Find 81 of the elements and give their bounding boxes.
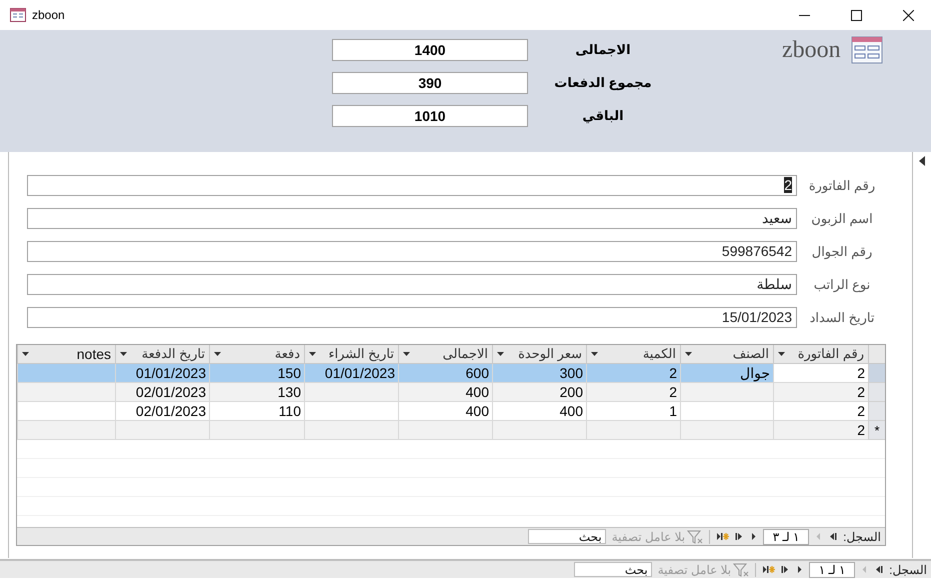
text-field[interactable]: 15/01/2023	[27, 307, 797, 328]
text-field[interactable]: سعيد	[27, 208, 797, 229]
search-field[interactable]: بحث	[528, 529, 606, 544]
minimize-icon[interactable]	[798, 14, 810, 16]
field-label: رقم الفاتورة	[808, 178, 876, 194]
table-cell: 2	[773, 364, 868, 383]
total-label: مجموع الدفعات	[553, 75, 653, 91]
dropdown-icon[interactable]	[778, 352, 785, 356]
dropdown-icon[interactable]	[685, 352, 692, 356]
window-title: zboon	[32, 8, 66, 22]
last-record-icon[interactable]	[781, 565, 790, 574]
column-header[interactable]: رقم الفاتورة	[773, 345, 868, 364]
field-label: اسم الزبون	[810, 210, 874, 226]
column-header[interactable]: notes	[17, 345, 115, 364]
dropdown-icon[interactable]	[309, 352, 316, 356]
first-record-icon[interactable]	[828, 532, 838, 541]
dropdown-icon[interactable]	[403, 352, 410, 356]
total-field: 390	[332, 72, 528, 94]
filter-icon	[687, 530, 704, 544]
table-cell: 02/01/2023	[115, 402, 209, 421]
text-field[interactable]: 2	[27, 175, 797, 196]
dropdown-icon[interactable]	[214, 352, 221, 356]
table-cell: 02/01/2023	[115, 383, 209, 402]
next-record-icon[interactable]	[796, 565, 804, 574]
new-record-marker: *	[874, 422, 880, 438]
column-header[interactable]: سعر الوحدة	[492, 345, 586, 364]
table-cell: 01/01/2023	[304, 364, 398, 383]
table-cell: 400	[398, 383, 492, 402]
column-header[interactable]: تاريخ الدفعة	[115, 345, 209, 364]
first-record-icon[interactable]	[874, 565, 884, 574]
field-label: تاريخ السداد	[808, 310, 876, 326]
table-cell: جوال	[680, 364, 773, 383]
form-icon	[850, 36, 883, 64]
maximize-icon[interactable]	[850, 10, 862, 20]
record-label: السجل:	[889, 562, 927, 576]
new-record-icon[interactable]	[762, 565, 776, 574]
table-cell: 400	[492, 402, 586, 421]
dropdown-icon[interactable]	[120, 352, 127, 356]
dropdown-icon[interactable]	[22, 352, 29, 356]
field-label: نوع الراتب	[812, 276, 872, 292]
text-field[interactable]: سلطة	[27, 274, 797, 295]
table-cell: 300	[492, 364, 586, 383]
table-cell: 400	[398, 402, 492, 421]
logo-text: zboon	[782, 36, 841, 64]
table-cell: 2	[773, 402, 868, 421]
table-cell: 2	[586, 364, 680, 383]
last-record-icon[interactable]	[735, 532, 744, 541]
table-cell: 110	[209, 402, 304, 421]
column-header[interactable]: تاريخ الشراء	[304, 345, 398, 364]
record-position-field[interactable]: ١ لـ ١	[809, 562, 856, 578]
record-position-field[interactable]: ١ لـ ٣	[763, 528, 810, 544]
record-selector-arrow-icon[interactable]	[919, 156, 925, 166]
column-header[interactable]: الصنف	[680, 345, 773, 364]
filter-icon	[733, 562, 750, 576]
new-record-icon[interactable]	[716, 532, 730, 541]
record-label: السجل:	[843, 530, 881, 544]
table-cell: 2	[773, 421, 868, 440]
total-field: 1400	[332, 39, 528, 61]
total-label: الاجمالى	[574, 42, 632, 58]
table-cell: 600	[398, 364, 492, 383]
dropdown-icon[interactable]	[591, 352, 598, 356]
column-header[interactable]: الاجمالى	[398, 345, 492, 364]
search-field[interactable]: بحث	[574, 562, 652, 577]
table-cell: 2	[586, 383, 680, 402]
form-icon	[10, 8, 26, 22]
total-field: 1010	[332, 105, 528, 127]
total-label: الباقي	[581, 108, 625, 124]
next-record-icon[interactable]	[750, 532, 758, 541]
table-cell: 1	[586, 402, 680, 421]
dropdown-icon[interactable]	[497, 352, 504, 356]
table-cell: 200	[492, 383, 586, 402]
column-header[interactable]: الكمية	[586, 345, 680, 364]
field-label: رقم الجوال	[810, 244, 874, 260]
column-header[interactable]: دفعة	[209, 345, 304, 364]
table-cell: 2	[773, 383, 868, 402]
text-field[interactable]: 599876542	[27, 241, 797, 262]
record-selector[interactable]: *	[868, 421, 885, 440]
table-cell: 130	[209, 383, 304, 402]
close-icon[interactable]	[902, 10, 914, 20]
table-cell: 01/01/2023	[115, 364, 209, 383]
table-cell: 150	[209, 364, 304, 383]
